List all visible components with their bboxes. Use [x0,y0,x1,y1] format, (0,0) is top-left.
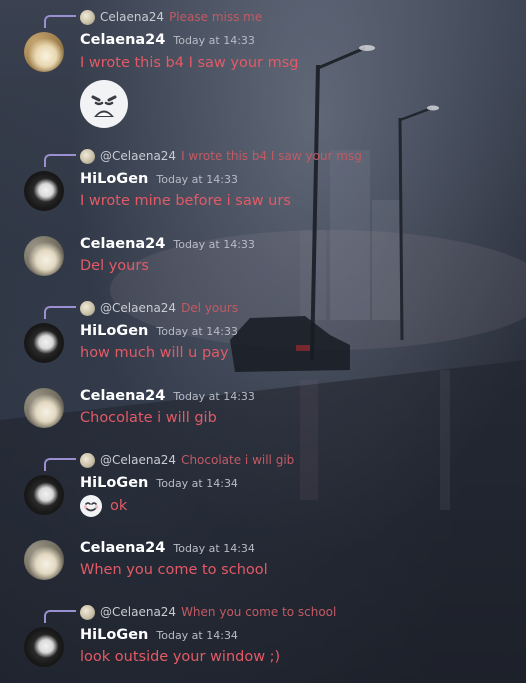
message-header: Celaena24 Today at 14:33 [80,32,255,52]
username[interactable]: HiLoGen [80,323,148,339]
message-header: HiLoGen Today at 14:33 [80,171,238,191]
username[interactable]: HiLoGen [80,171,148,187]
reply-text[interactable]: Del yours [181,301,238,315]
reply-reference[interactable]: @Celaena24 When you come to school [80,604,336,620]
reply-text[interactable]: Please miss me [169,10,262,24]
reply-avatar [80,148,95,164]
avatar[interactable] [24,236,64,276]
timestamp: Today at 14:34 [156,629,238,642]
message-text: look outside your window ;) [80,649,281,665]
avatar[interactable] [24,540,64,580]
message-text: ok [110,498,128,514]
message-content: ok [80,495,127,517]
reply-connector [44,15,76,28]
timestamp: Today at 14:34 [173,542,255,555]
reply-reference[interactable]: @Celaena24 Del yours [80,300,238,316]
reply-avatar [80,300,95,316]
message-text: When you come to school [80,562,268,578]
message-header: HiLoGen Today at 14:34 [80,475,238,495]
message-header: Celaena24 Today at 14:33 [80,388,255,408]
reply-text[interactable]: I wrote this b4 I saw your msg [181,149,362,163]
username[interactable]: Celaena24 [80,388,165,404]
username[interactable]: HiLoGen [80,475,148,491]
reply-connector [44,154,76,167]
message-text: Del yours [80,258,149,274]
weary-face-icon [91,95,117,117]
timestamp: Today at 14:33 [173,238,255,251]
reply-avatar [80,452,95,468]
reply-username[interactable]: @Celaena24 [100,453,176,467]
message-header: HiLoGen Today at 14:33 [80,323,238,343]
timestamp: Today at 14:34 [156,477,238,490]
reply-connector [44,458,76,471]
avatar[interactable] [24,323,64,363]
timestamp: Today at 14:33 [156,325,238,338]
username[interactable]: Celaena24 [80,32,165,48]
weary-face-emoji[interactable] [80,80,128,128]
message-text: I wrote this b4 I saw your msg [80,55,299,71]
reply-reference[interactable]: @Celaena24 I wrote this b4 I saw your ms… [80,148,362,164]
reply-avatar [80,604,95,620]
reply-username[interactable]: Celaena24 [100,10,164,24]
reply-text[interactable]: Chocolate i will gib [181,453,294,467]
message-header: Celaena24 Today at 14:34 [80,540,255,560]
avatar[interactable] [24,475,64,515]
timestamp: Today at 14:33 [173,34,255,47]
smiling-face-emoji[interactable] [80,495,102,517]
reply-username[interactable]: @Celaena24 [100,605,176,619]
message-text: Chocolate i will gib [80,410,217,426]
message-text: I wrote mine before i saw urs [80,193,291,209]
username[interactable]: HiLoGen [80,627,148,643]
username[interactable]: Celaena24 [80,540,165,556]
reply-connector [44,306,76,319]
timestamp: Today at 14:33 [156,173,238,186]
reply-avatar [80,9,95,25]
avatar[interactable] [24,32,64,72]
reply-text[interactable]: When you come to school [181,605,336,619]
reply-reference[interactable]: Celaena24 Please miss me [80,9,262,25]
reply-connector [44,610,76,623]
reply-username[interactable]: @Celaena24 [100,149,176,163]
avatar[interactable] [24,627,64,667]
username[interactable]: Celaena24 [80,236,165,252]
message-header: Celaena24 Today at 14:33 [80,236,255,256]
message-header: HiLoGen Today at 14:34 [80,627,238,647]
reply-reference[interactable]: @Celaena24 Chocolate i will gib [80,452,294,468]
timestamp: Today at 14:33 [173,390,255,403]
avatar[interactable] [24,388,64,428]
avatar[interactable] [24,171,64,211]
smiling-face-icon [83,502,99,512]
reply-username[interactable]: @Celaena24 [100,301,176,315]
chat-message-list: Celaena24 Please miss me Celaena24 Today… [0,0,526,683]
message-text: how much will u pay [80,345,229,361]
